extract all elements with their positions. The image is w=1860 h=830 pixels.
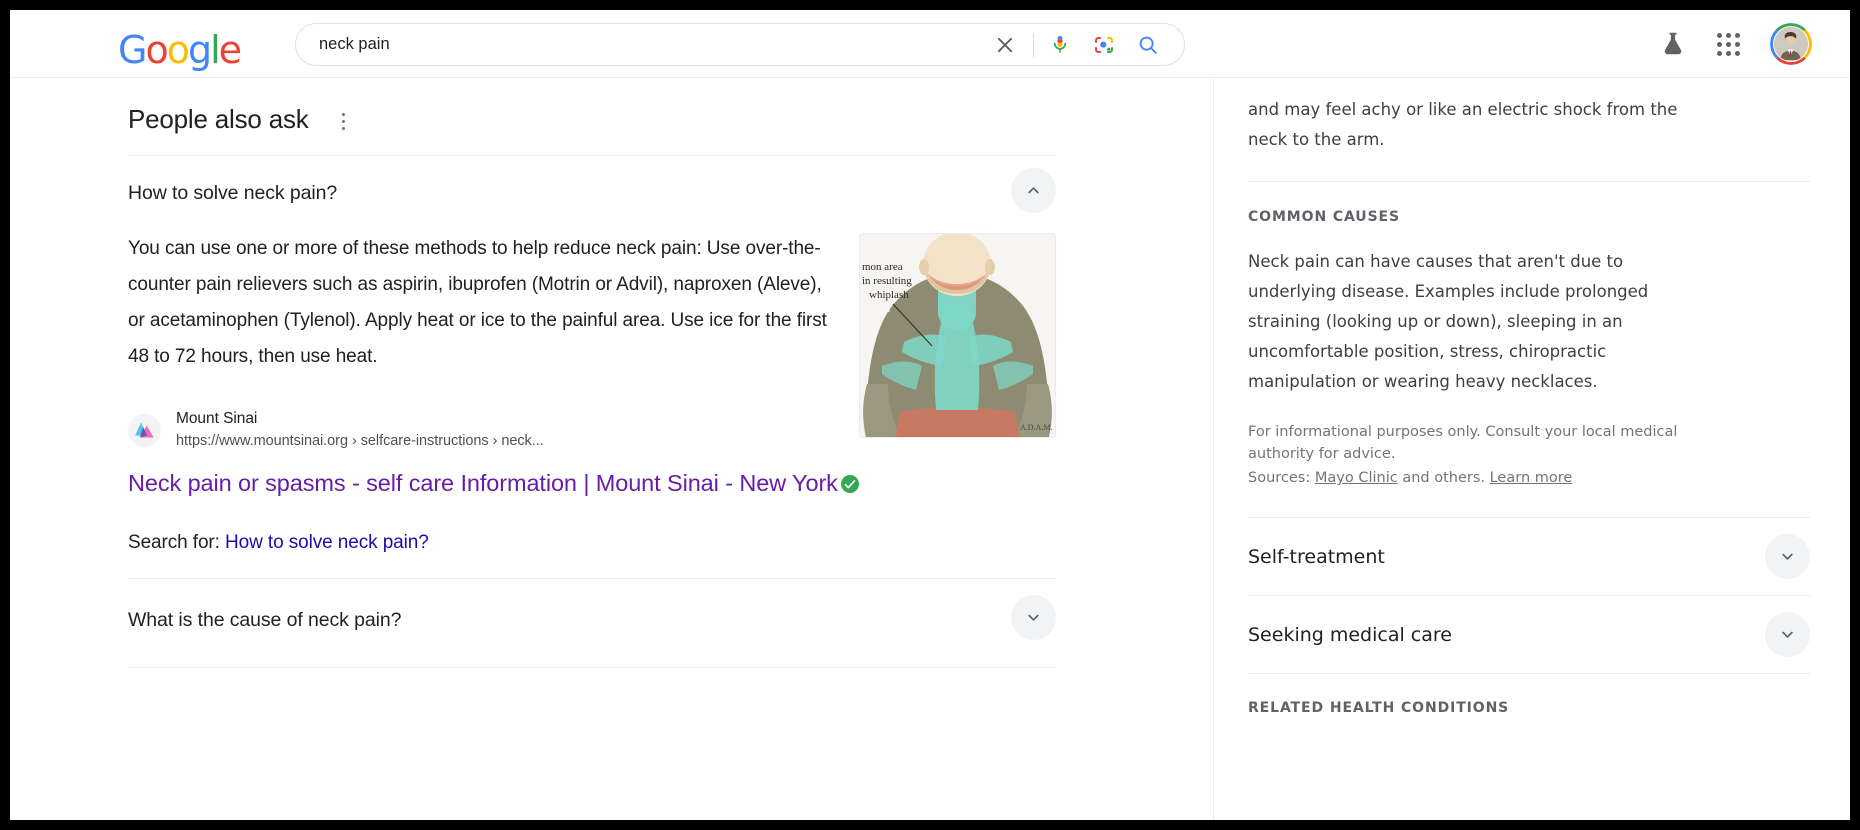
logo-letter-o2: o	[167, 28, 188, 72]
close-icon[interactable]	[983, 23, 1027, 66]
paa-question-label: How to solve neck pain?	[128, 180, 337, 206]
search-for-row: Search for: How to solve neck pain?	[128, 532, 1056, 554]
logo-letter-G: G	[118, 28, 145, 72]
search-icon[interactable]	[1126, 23, 1170, 66]
chevron-down-icon[interactable]	[1011, 595, 1056, 640]
avatar[interactable]	[1770, 23, 1812, 65]
people-also-ask-header: People also ask	[128, 100, 1213, 138]
search-results-body: People also ask How to solve neck pain?	[10, 79, 1850, 820]
divider	[128, 667, 1056, 668]
logo-letter-o1: o	[145, 28, 166, 72]
google-logo[interactable]: Google	[118, 30, 240, 70]
labs-flask-icon[interactable]	[1658, 29, 1688, 59]
chevron-down-icon[interactable]	[1765, 534, 1810, 579]
avatar-photo	[1773, 26, 1809, 62]
main-results-column: People also ask How to solve neck pain?	[10, 79, 1213, 820]
result-title-link[interactable]: Neck pain or spasms - self care Informat…	[128, 467, 888, 500]
logo-letter-g: g	[188, 28, 210, 72]
search-header: Google	[10, 10, 1850, 78]
source-name: Mount Sinai	[176, 409, 544, 430]
microphone-icon[interactable]	[1038, 23, 1082, 66]
common-causes-heading: Common causes	[1248, 182, 1810, 225]
mount-sinai-logo-icon	[128, 414, 161, 447]
related-health-conditions-heading: Related health conditions	[1248, 674, 1810, 716]
source-meta: Mount Sinai https://www.mountsinai.org ›…	[176, 409, 544, 451]
sidebar-item-seeking-medical-care[interactable]: Seeking medical care	[1248, 596, 1810, 673]
svg-text:in resulting: in resulting	[862, 275, 912, 287]
search-bar-divider	[1033, 33, 1034, 57]
paa-answer-text: You can use one or more of these methods…	[128, 231, 840, 375]
paa-question-label: What is the cause of neck pain?	[128, 607, 401, 633]
learn-more-link[interactable]: Learn more	[1490, 470, 1573, 486]
google-lens-icon[interactable]	[1082, 23, 1126, 66]
paa-item-expanded: How to solve neck pain? You can use one …	[128, 156, 1056, 579]
sources-prefix-label: Sources:	[1248, 470, 1310, 486]
knowledge-panel-sidebar: and may feel achy or like an electric sh…	[1213, 79, 1850, 820]
sidebar-item-label: Seeking medical care	[1248, 624, 1452, 646]
svg-text:mon area: mon area	[862, 261, 903, 273]
chevron-down-icon[interactable]	[1765, 612, 1810, 657]
sources-line: Sources: Mayo Clinic and others. Learn m…	[1248, 465, 1810, 489]
search-input[interactable]	[296, 35, 983, 54]
svg-text:whiplash: whiplash	[869, 289, 909, 301]
common-causes-paragraph: Neck pain can have causes that aren't du…	[1248, 225, 1693, 397]
search-for-query-link[interactable]: How to solve neck pain?	[225, 532, 429, 553]
verified-check-icon	[841, 475, 859, 493]
mayo-clinic-link[interactable]: Mayo Clinic	[1315, 470, 1398, 486]
sidebar-accordions: Self-treatment Seeking medical care	[1214, 518, 1850, 716]
sidebar-item-self-treatment[interactable]: Self-treatment	[1248, 518, 1810, 595]
browser-viewport: Google	[10, 10, 1850, 820]
paa-question-row[interactable]: What is the cause of neck pain?	[128, 579, 1056, 640]
sidebar-content-top: and may feel achy or like an electric sh…	[1214, 79, 1850, 518]
paa-answer-body: You can use one or more of these methods…	[128, 213, 1056, 579]
google-apps-grid-icon[interactable]	[1716, 32, 1742, 58]
sources-middle-label: and others.	[1402, 470, 1485, 486]
search-for-label: Search for:	[128, 532, 220, 553]
page-title: People also ask	[128, 104, 309, 135]
medical-disclaimer: For informational purposes only. Consult…	[1248, 397, 1678, 465]
chevron-up-icon[interactable]	[1011, 168, 1056, 213]
svg-text:A.D.A.M.: A.D.A.M.	[1020, 423, 1052, 432]
neck-anatomy-thumbnail[interactable]: mon area in resulting whiplash A.D.A.M.	[859, 233, 1056, 438]
logo-letter-e: e	[219, 28, 240, 72]
source-url: https://www.mountsinai.org › selfcare-in…	[176, 432, 544, 452]
more-options-icon[interactable]	[334, 109, 354, 135]
paa-item-collapsed: What is the cause of neck pain?	[128, 579, 1056, 668]
logo-letter-l: l	[210, 28, 219, 72]
search-bar[interactable]	[295, 23, 1185, 66]
paa-question-row[interactable]: How to solve neck pain?	[128, 156, 1056, 213]
sidebar-intro-paragraph: and may feel achy or like an electric sh…	[1248, 79, 1688, 155]
sidebar-item-label: Self-treatment	[1248, 546, 1385, 568]
result-title-text: Neck pain or spasms - self care Informat…	[128, 470, 838, 496]
